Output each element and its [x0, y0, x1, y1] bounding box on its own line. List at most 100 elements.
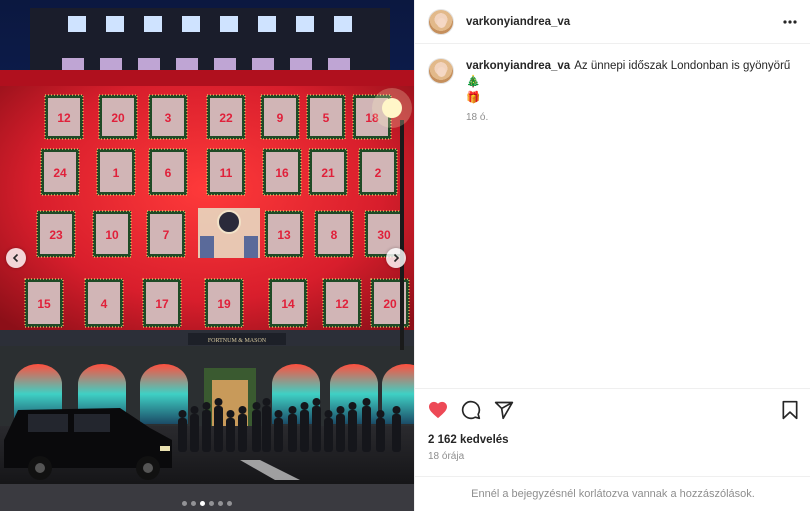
more-options-button[interactable]	[781, 13, 799, 31]
carousel-dot	[191, 501, 196, 506]
pedestrian-head	[178, 410, 187, 418]
post-details-panel: varkonyiandrea_va varkonyiandrea_va Az ün…	[414, 0, 810, 511]
pedestrian	[336, 414, 345, 452]
avatar[interactable]	[428, 8, 454, 35]
advent-number: 9	[277, 111, 284, 125]
carousel-indicator	[0, 501, 414, 506]
pedestrian-head	[348, 402, 357, 410]
pedestrian-head	[300, 402, 309, 410]
comments-restricted-notice: Ennél a bejegyzésnél korlátozva vannak a…	[415, 476, 810, 511]
likes-count[interactable]: 2 162 kedvelés	[428, 434, 509, 446]
advent-number: 13	[277, 228, 291, 242]
pedestrian	[300, 410, 309, 452]
attic-window	[176, 58, 198, 70]
share-button[interactable]	[493, 399, 515, 421]
attic-window	[252, 58, 274, 70]
paper-plane-icon	[494, 401, 514, 420]
pedestrian	[324, 418, 333, 452]
caption-username[interactable]: varkonyiandrea_va	[466, 60, 570, 72]
save-button[interactable]	[779, 399, 801, 421]
post-photo[interactable]: 12 20 3 22 9 5 18 24 1 6 11 16 21 2 23 10 7 13 8 30 15 4 17 19 1…	[0, 0, 414, 511]
chevron-left-icon	[12, 253, 19, 263]
attic-window	[106, 16, 124, 32]
pedestrian-head	[238, 406, 247, 414]
advent-number: 4	[101, 297, 108, 311]
comment-bubble-icon	[461, 400, 481, 420]
attic-window	[334, 16, 352, 32]
bookmark-icon	[782, 400, 798, 420]
pedestrian-head	[376, 410, 385, 418]
pedestrian-head	[392, 406, 401, 414]
caption-emoji: 🎁	[466, 92, 481, 104]
carousel-dot	[227, 501, 232, 506]
pedestrian	[178, 418, 187, 452]
advent-number: 19	[217, 297, 231, 311]
pedestrian	[288, 414, 297, 452]
pedestrian-head	[336, 406, 345, 414]
chevron-right-icon	[393, 253, 400, 263]
pedestrian-head	[252, 402, 261, 410]
advent-number: 22	[219, 111, 233, 125]
pedestrian-head	[324, 410, 333, 418]
attic-window	[214, 58, 236, 70]
attic-window	[68, 16, 86, 32]
carousel-prev-button[interactable]	[6, 248, 26, 268]
advent-number: 17	[155, 297, 169, 311]
photo-scene: 12 20 3 22 9 5 1824 1 6 11 16 21 223 10 7 13 8 3015 4 17 19 1…	[0, 8, 414, 511]
advent-number: 21	[321, 166, 335, 180]
advent-number: 3	[165, 111, 172, 125]
carousel-next-button[interactable]	[386, 248, 406, 268]
pedestrian	[312, 406, 321, 452]
advent-number: 1	[113, 166, 120, 180]
attic-window	[220, 16, 238, 32]
post-header: varkonyiandrea_va	[415, 0, 810, 44]
clock-ornament	[198, 208, 260, 258]
pedestrian	[190, 414, 199, 452]
advent-number: 11	[220, 166, 233, 180]
comment-button[interactable]	[460, 399, 482, 421]
attic-window	[258, 16, 276, 32]
pedestrian	[376, 418, 385, 452]
attic-window	[138, 58, 160, 70]
pedestrian	[392, 414, 401, 452]
advent-number: 14	[281, 297, 295, 311]
pedestrian-head	[362, 398, 371, 406]
post-caption: varkonyiandrea_va Az ünnepi időszak Londo…	[428, 58, 798, 123]
advent-number: 24	[53, 166, 67, 180]
pedestrian-head	[288, 406, 297, 414]
pedestrian-head	[274, 410, 283, 418]
author-username[interactable]: varkonyiandrea_va	[466, 16, 570, 28]
pedestrian-head	[190, 406, 199, 414]
pedestrian	[274, 418, 283, 452]
pedestrian-head	[312, 398, 321, 406]
advent-number: 6	[165, 166, 172, 180]
carousel-dot	[200, 501, 205, 506]
post-timestamp[interactable]: 18 órája	[428, 451, 464, 462]
caption-timestamp[interactable]: 18 ó.	[466, 112, 796, 123]
advent-number: 2	[375, 166, 382, 180]
pedestrian	[226, 418, 235, 452]
attic-window	[290, 58, 312, 70]
pedestrian-head	[226, 410, 235, 418]
caption-avatar[interactable]	[428, 58, 454, 84]
advent-number: 12	[335, 297, 349, 311]
shop-sign: FORTNUM & MASON	[208, 338, 267, 344]
advent-number: 20	[383, 297, 397, 311]
attic-window	[144, 16, 162, 32]
pedestrian	[252, 410, 261, 452]
attic-window	[328, 58, 350, 70]
heart-filled-icon	[429, 401, 447, 419]
advent-number: 16	[275, 166, 289, 180]
carousel-dot	[182, 501, 187, 506]
advent-number: 23	[49, 228, 63, 242]
attic-window	[62, 58, 84, 70]
advent-number: 5	[323, 111, 330, 125]
pedestrian-head	[214, 398, 223, 406]
pedestrian	[348, 410, 357, 452]
pedestrian	[214, 406, 223, 452]
advent-number: 30	[377, 228, 391, 242]
actions-divider	[415, 388, 810, 389]
pedestrian	[262, 406, 271, 452]
pedestrian-head	[262, 398, 271, 406]
like-button[interactable]	[427, 399, 449, 421]
